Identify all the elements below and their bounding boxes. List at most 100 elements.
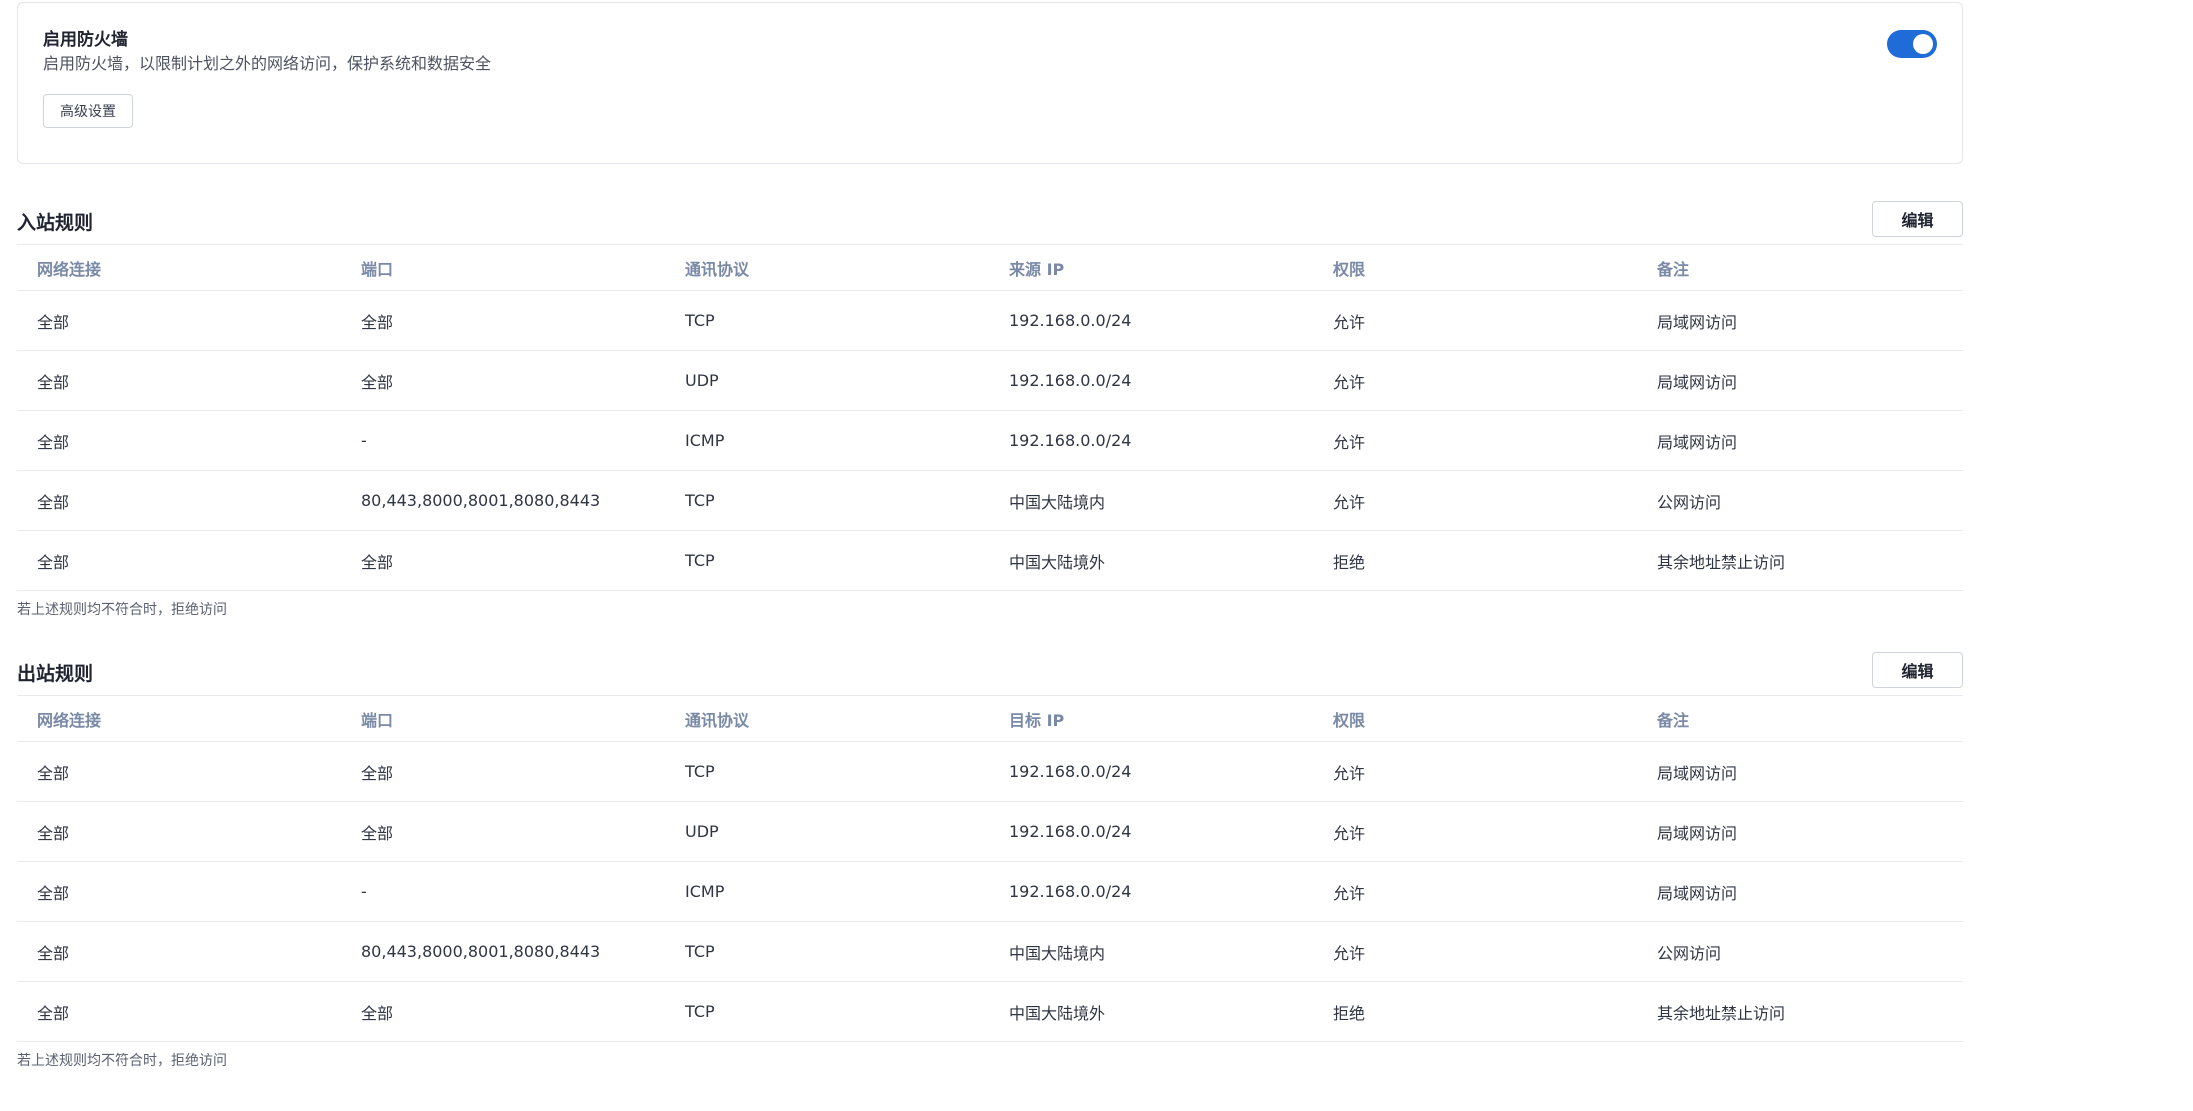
firewall-title: 启用防火墙 [43, 30, 128, 50]
table-cell: 其余地址禁止访问 [1637, 981, 1963, 1042]
outbound-rules-header: 出站规则 编辑 [17, 649, 1963, 696]
table-cell: 全部 [17, 410, 341, 471]
table-cell: 192.168.0.0/24 [989, 801, 1313, 862]
table-header-row: 网络连接 端口 通讯协议 目标 IP 权限 备注 [17, 696, 1963, 742]
firewall-description: 启用防火墙，以限制计划之外的网络访问，保护系统和数据安全 [43, 54, 492, 73]
firewall-settings-page: 启用防火墙 启用防火墙，以限制计划之外的网络访问，保护系统和数据安全 高级设置 … [0, 0, 2193, 1111]
table-cell: 192.168.0.0/24 [989, 350, 1313, 411]
table-cell: TCP [665, 921, 989, 982]
table-cell: 中国大陆境内 [989, 921, 1313, 982]
inbound-rules-title: 入站规则 [17, 212, 94, 234]
table-cell: 全部 [17, 530, 341, 591]
table-cell: 192.168.0.0/24 [989, 741, 1313, 802]
table-cell: 全部 [341, 801, 665, 862]
table-cell: 全部 [341, 981, 665, 1042]
outbound-edit-button[interactable]: 编辑 [1872, 652, 1963, 688]
table-row: 全部 - ICMP 192.168.0.0/24 允许 局域网访问 [17, 861, 1963, 922]
table-cell: TCP [665, 290, 989, 351]
inbound-edit-button[interactable]: 编辑 [1872, 201, 1963, 237]
table-cell: UDP [665, 350, 989, 411]
table-cell: 其余地址禁止访问 [1637, 530, 1963, 591]
table-cell: 拒绝 [1313, 530, 1637, 591]
table-cell: 192.168.0.0/24 [989, 290, 1313, 351]
table-cell: 80,443,8000,8001,8080,8443 [341, 921, 665, 982]
content: 启用防火墙 启用防火墙，以限制计划之外的网络访问，保护系统和数据安全 高级设置 … [17, 2, 1963, 1070]
table-cell: 全部 [17, 921, 341, 982]
table-cell: 允许 [1313, 350, 1637, 411]
table-cell: - [341, 410, 665, 471]
table-cell: 公网访问 [1637, 470, 1963, 531]
table-row: 全部 - ICMP 192.168.0.0/24 允许 局域网访问 [17, 410, 1963, 471]
table-cell: ICMP [665, 861, 989, 922]
column-header: 备注 [1637, 245, 1963, 291]
column-header: 通讯协议 [665, 245, 989, 291]
table-cell: ICMP [665, 410, 989, 471]
table-row: 全部 80,443,8000,8001,8080,8443 TCP 中国大陆境内… [17, 470, 1963, 531]
table-cell: 全部 [341, 741, 665, 802]
table-cell: 允许 [1313, 741, 1637, 802]
table-cell: 局域网访问 [1637, 290, 1963, 351]
column-header: 目标 IP [989, 696, 1313, 742]
table-cell: 全部 [17, 741, 341, 802]
table-cell: 允许 [1313, 410, 1637, 471]
column-header: 权限 [1313, 696, 1637, 742]
inbound-rules-header: 入站规则 编辑 [17, 198, 1963, 245]
table-cell: 80,443,8000,8001,8080,8443 [341, 470, 665, 531]
column-header: 端口 [341, 245, 665, 291]
table-cell: 全部 [341, 350, 665, 411]
table-cell: 局域网访问 [1637, 410, 1963, 471]
table-cell: UDP [665, 801, 989, 862]
table-row: 全部 全部 UDP 192.168.0.0/24 允许 局域网访问 [17, 350, 1963, 411]
table-row: 全部 全部 TCP 中国大陆境外 拒绝 其余地址禁止访问 [17, 530, 1963, 591]
table-row: 全部 全部 TCP 192.168.0.0/24 允许 局域网访问 [17, 290, 1963, 351]
column-header: 通讯协议 [665, 696, 989, 742]
column-header: 来源 IP [989, 245, 1313, 291]
table-cell: 允许 [1313, 861, 1637, 922]
table-cell: 全部 [341, 530, 665, 591]
table-cell: TCP [665, 470, 989, 531]
inbound-rules-section: 入站规则 编辑 网络连接 端口 通讯协议 来源 IP 权限 备注 全部 全部 T… [17, 198, 1963, 619]
table-cell: 全部 [341, 290, 665, 351]
table-cell: 192.168.0.0/24 [989, 861, 1313, 922]
table-cell: 中国大陆境外 [989, 981, 1313, 1042]
table-cell: 192.168.0.0/24 [989, 410, 1313, 471]
table-cell: 允许 [1313, 290, 1637, 351]
advanced-settings-button[interactable]: 高级设置 [43, 94, 133, 128]
table-row: 全部 全部 UDP 192.168.0.0/24 允许 局域网访问 [17, 801, 1963, 862]
toggle-knob [1913, 34, 1933, 54]
table-cell: 全部 [17, 470, 341, 531]
firewall-toggle[interactable] [1887, 30, 1937, 58]
table-cell: 全部 [17, 981, 341, 1042]
table-row: 全部 全部 TCP 192.168.0.0/24 允许 局域网访问 [17, 741, 1963, 802]
table-row: 全部 80,443,8000,8001,8080,8443 TCP 中国大陆境内… [17, 921, 1963, 982]
table-cell: 局域网访问 [1637, 861, 1963, 922]
table-cell: 允许 [1313, 801, 1637, 862]
table-cell: 公网访问 [1637, 921, 1963, 982]
column-header: 权限 [1313, 245, 1637, 291]
table-cell: 局域网访问 [1637, 801, 1963, 862]
column-header: 备注 [1637, 696, 1963, 742]
table-header-row: 网络连接 端口 通讯协议 来源 IP 权限 备注 [17, 245, 1963, 291]
outbound-footnote: 若上述规则均不符合时，拒绝访问 [17, 1053, 227, 1069]
table-cell: TCP [665, 981, 989, 1042]
table-row: 全部 全部 TCP 中国大陆境外 拒绝 其余地址禁止访问 [17, 981, 1963, 1042]
table-cell: 全部 [17, 350, 341, 411]
outbound-rules-table: 网络连接 端口 通讯协议 目标 IP 权限 备注 全部 全部 TCP 192.1… [17, 696, 1963, 1042]
table-cell: 允许 [1313, 921, 1637, 982]
table-cell: TCP [665, 741, 989, 802]
column-header: 网络连接 [17, 696, 341, 742]
table-cell: - [341, 861, 665, 922]
table-cell: TCP [665, 530, 989, 591]
outbound-rules-section: 出站规则 编辑 网络连接 端口 通讯协议 目标 IP 权限 备注 全部 全部 T… [17, 649, 1963, 1070]
table-cell: 全部 [17, 861, 341, 922]
table-cell: 局域网访问 [1637, 350, 1963, 411]
table-cell: 局域网访问 [1637, 741, 1963, 802]
column-header: 网络连接 [17, 245, 341, 291]
column-header: 端口 [341, 696, 665, 742]
inbound-footnote: 若上述规则均不符合时，拒绝访问 [17, 602, 227, 618]
table-cell: 中国大陆境外 [989, 530, 1313, 591]
firewall-card: 启用防火墙 启用防火墙，以限制计划之外的网络访问，保护系统和数据安全 高级设置 [17, 2, 1963, 164]
inbound-rules-table: 网络连接 端口 通讯协议 来源 IP 权限 备注 全部 全部 TCP 192.1… [17, 245, 1963, 591]
table-cell: 中国大陆境内 [989, 470, 1313, 531]
outbound-rules-title: 出站规则 [17, 663, 94, 685]
